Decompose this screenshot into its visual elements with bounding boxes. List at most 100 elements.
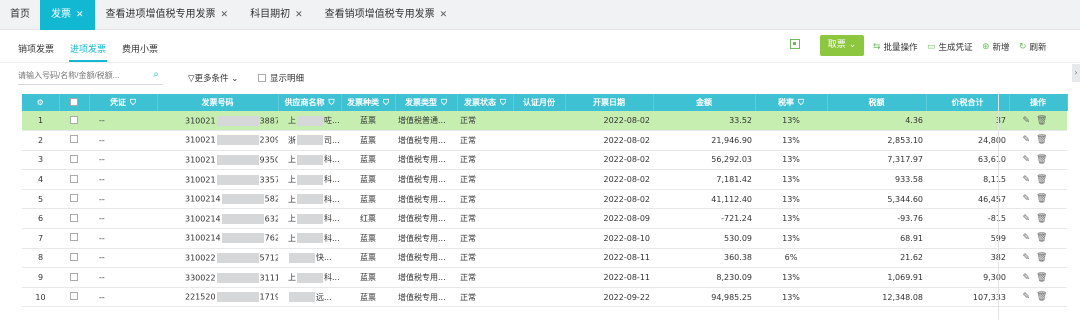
trash-icon[interactable]: 🗑	[1036, 292, 1053, 302]
invoice-number-cell[interactable]: 310021 935021	[157, 150, 278, 171]
edit-icon[interactable]: ✎	[1023, 253, 1037, 263]
tab-input-vat-special[interactable]: 查看进项增值税专用发票 ✕	[95, 0, 240, 30]
row-number: 2	[22, 130, 59, 151]
row-checkbox[interactable]	[70, 115, 78, 124]
select-all-checkbox[interactable]	[70, 97, 78, 106]
close-icon[interactable]: ✕	[76, 0, 84, 30]
col-gear[interactable]: ⚙	[22, 94, 60, 111]
trash-icon[interactable]: 🗑	[1036, 214, 1053, 224]
more-conditions-button[interactable]: ▽更多条件 ⌄	[188, 72, 238, 84]
trash-icon[interactable]: 🗑	[1036, 194, 1053, 204]
row-checkbox[interactable]	[70, 174, 78, 183]
edit-icon[interactable]: ✎	[1023, 116, 1037, 126]
filter-icon[interactable]: ⛉	[329, 98, 335, 107]
subtab-expense-receipt[interactable]: 费用小票	[122, 42, 158, 55]
filter-icon[interactable]: ⛉	[383, 98, 389, 107]
add-button[interactable]: ⊕ 新增	[982, 41, 1010, 53]
edit-icon[interactable]: ✎	[1023, 214, 1037, 224]
row-checkbox[interactable]	[70, 213, 78, 222]
filter-icon[interactable]: ⛉	[500, 98, 506, 107]
trash-icon[interactable]: 🗑	[1036, 233, 1053, 243]
invoice-number-suffix: 935021	[259, 155, 278, 165]
voucher-label: 生成凭证	[938, 43, 973, 53]
batch-operation-button[interactable]: ⇆ 批量操作	[873, 41, 918, 53]
trash-icon[interactable]: 🗑	[1036, 253, 1053, 263]
trash-icon[interactable]: 🗑	[1036, 155, 1053, 165]
invoice-number-cell[interactable]: 221520 171933	[157, 287, 278, 308]
actions-cell: ✎🗑	[1009, 248, 1067, 269]
generate-voucher-button[interactable]: ▭ 生成凭证	[927, 41, 973, 53]
kind-cell: 蓝票	[341, 248, 395, 269]
actions-cell: ✎🗑	[1009, 111, 1067, 132]
show-detail-toggle[interactable]: 显示明细	[258, 72, 304, 84]
col-select-all[interactable]	[59, 94, 90, 111]
invoice-number-cell[interactable]: 310021 3887721	[157, 111, 278, 132]
table-row[interactable]: 7 -- 3100214 7621 上 科...蓝票增值税专用...正常 2022-08-1…	[22, 228, 1067, 249]
trash-icon[interactable]: 🗑	[1036, 175, 1053, 185]
subtab-sales-invoice[interactable]: 销项发票	[18, 42, 54, 55]
tab-subject-opening[interactable]: 科目期初 ✕	[239, 0, 314, 30]
row-checkbox[interactable]	[70, 233, 78, 242]
actions-cell: ✎🗑	[1009, 150, 1067, 171]
trash-icon[interactable]: 🗑	[1036, 273, 1053, 283]
col-invoice-label: 发票号码	[201, 98, 234, 107]
close-icon[interactable]: ✕	[221, 0, 229, 30]
edit-icon[interactable]: ✎	[1023, 273, 1037, 283]
filter-icon[interactable]: ⛉	[798, 98, 804, 107]
subtab-purchase-invoice[interactable]: 进项发票	[68, 42, 108, 62]
edit-icon[interactable]: ✎	[1023, 175, 1037, 185]
tab-home[interactable]: 首页	[0, 0, 40, 30]
invoice-number-cell[interactable]: 310021 335721	[157, 169, 278, 190]
table-row[interactable]: 6 -- 3100214 6321 上 科...红票增值税专用...正常 2022-08-0…	[22, 208, 1067, 230]
edit-icon[interactable]: ✎	[1023, 135, 1037, 145]
kind-cell: 红票	[341, 208, 395, 230]
gear-icon[interactable]: ⚙	[37, 98, 44, 107]
table-row[interactable]: 9 -- 330022 311121 上 科...蓝票增值税专用...正常 2022-08-…	[22, 267, 1067, 288]
close-icon[interactable]: ✕	[440, 0, 448, 30]
row-checkbox[interactable]	[70, 135, 78, 144]
table-row[interactable]: 3 -- 310021 935021 上 科...蓝票增值税专用...正常 2022-08-…	[22, 150, 1067, 171]
trash-icon[interactable]: 🗑	[1036, 135, 1053, 145]
invoice-number-cell[interactable]: 310022 57121	[157, 248, 278, 269]
fetch-invoice-button[interactable]: 取票 ⌄	[820, 35, 864, 56]
edit-icon[interactable]: ✎	[1023, 194, 1037, 204]
invoice-number-cell[interactable]: 310021 2309921	[157, 130, 278, 151]
close-icon[interactable]: ✕	[295, 0, 303, 30]
row-number: 10	[22, 287, 59, 308]
edit-icon[interactable]: ✎	[1023, 233, 1037, 243]
table-row[interactable]: 10 -- 221520 171933 远... 蓝票增值税专用...正常 2022-09-…	[22, 287, 1067, 308]
invoice-number-cell[interactable]: 3100214 6321	[157, 208, 278, 230]
filter-icon[interactable]: ⛉	[441, 98, 447, 107]
show-detail-checkbox[interactable]	[258, 74, 266, 82]
search-icon[interactable]: ⌕	[153, 69, 159, 80]
refresh-button[interactable]: ↻ 刷新	[1019, 41, 1047, 53]
table-row[interactable]: 5 -- 3100214 5821 上 科...蓝票增值税专用...正常 2022-08-0…	[22, 189, 1067, 210]
invoice-number-cell[interactable]: 3100214 5821	[157, 189, 278, 210]
row-number: 3	[22, 150, 59, 171]
col-rate: 税率 ⛉	[755, 94, 828, 111]
tab-output-vat-special[interactable]: 查看销项增值税专用发票 ✕	[314, 0, 459, 30]
invoice-number-cell[interactable]: 330022 311121	[157, 267, 278, 288]
tab-subject-label: 科目期初	[250, 9, 291, 20]
filter-icon[interactable]: ⛉	[130, 98, 136, 107]
tab-invoice[interactable]: 发票 ✕	[40, 0, 95, 30]
row-checkbox[interactable]	[70, 252, 78, 261]
invoice-number-suffix: 57121	[259, 253, 278, 263]
row-checkbox[interactable]	[70, 154, 78, 163]
row-checkbox[interactable]	[70, 272, 78, 281]
edit-icon[interactable]: ✎	[1023, 155, 1037, 165]
invoice-number-cell[interactable]: 3100214 7621	[157, 228, 278, 249]
collapse-handle[interactable]: ›	[1072, 64, 1080, 82]
table-row[interactable]: 4 -- 310021 335721 上 科...蓝票增值税专用...正常 2022-08-…	[22, 169, 1067, 190]
edit-icon[interactable]: ✎	[1023, 292, 1037, 302]
row-checkbox[interactable]	[70, 292, 78, 301]
date-cell: 2022-08-02	[565, 111, 653, 132]
table-row[interactable]: 8 -- 310022 57121 快... 蓝票增值税专用...正常 2022-08-11…	[22, 248, 1067, 269]
qr-icon[interactable]	[790, 39, 800, 49]
row-checkbox[interactable]	[70, 194, 78, 203]
table-row[interactable]: 1 -- 310021 3887721 上 咗...蓝票增值税普通...正常 2022-08…	[22, 111, 1067, 132]
table-row[interactable]: 2 -- 310021 2309921 浙 司...蓝票增值税专用...正常 2022-08…	[22, 130, 1067, 151]
search-input[interactable]	[18, 67, 143, 84]
trash-icon[interactable]: 🗑	[1036, 116, 1053, 126]
kind-cell: 蓝票	[341, 267, 395, 288]
